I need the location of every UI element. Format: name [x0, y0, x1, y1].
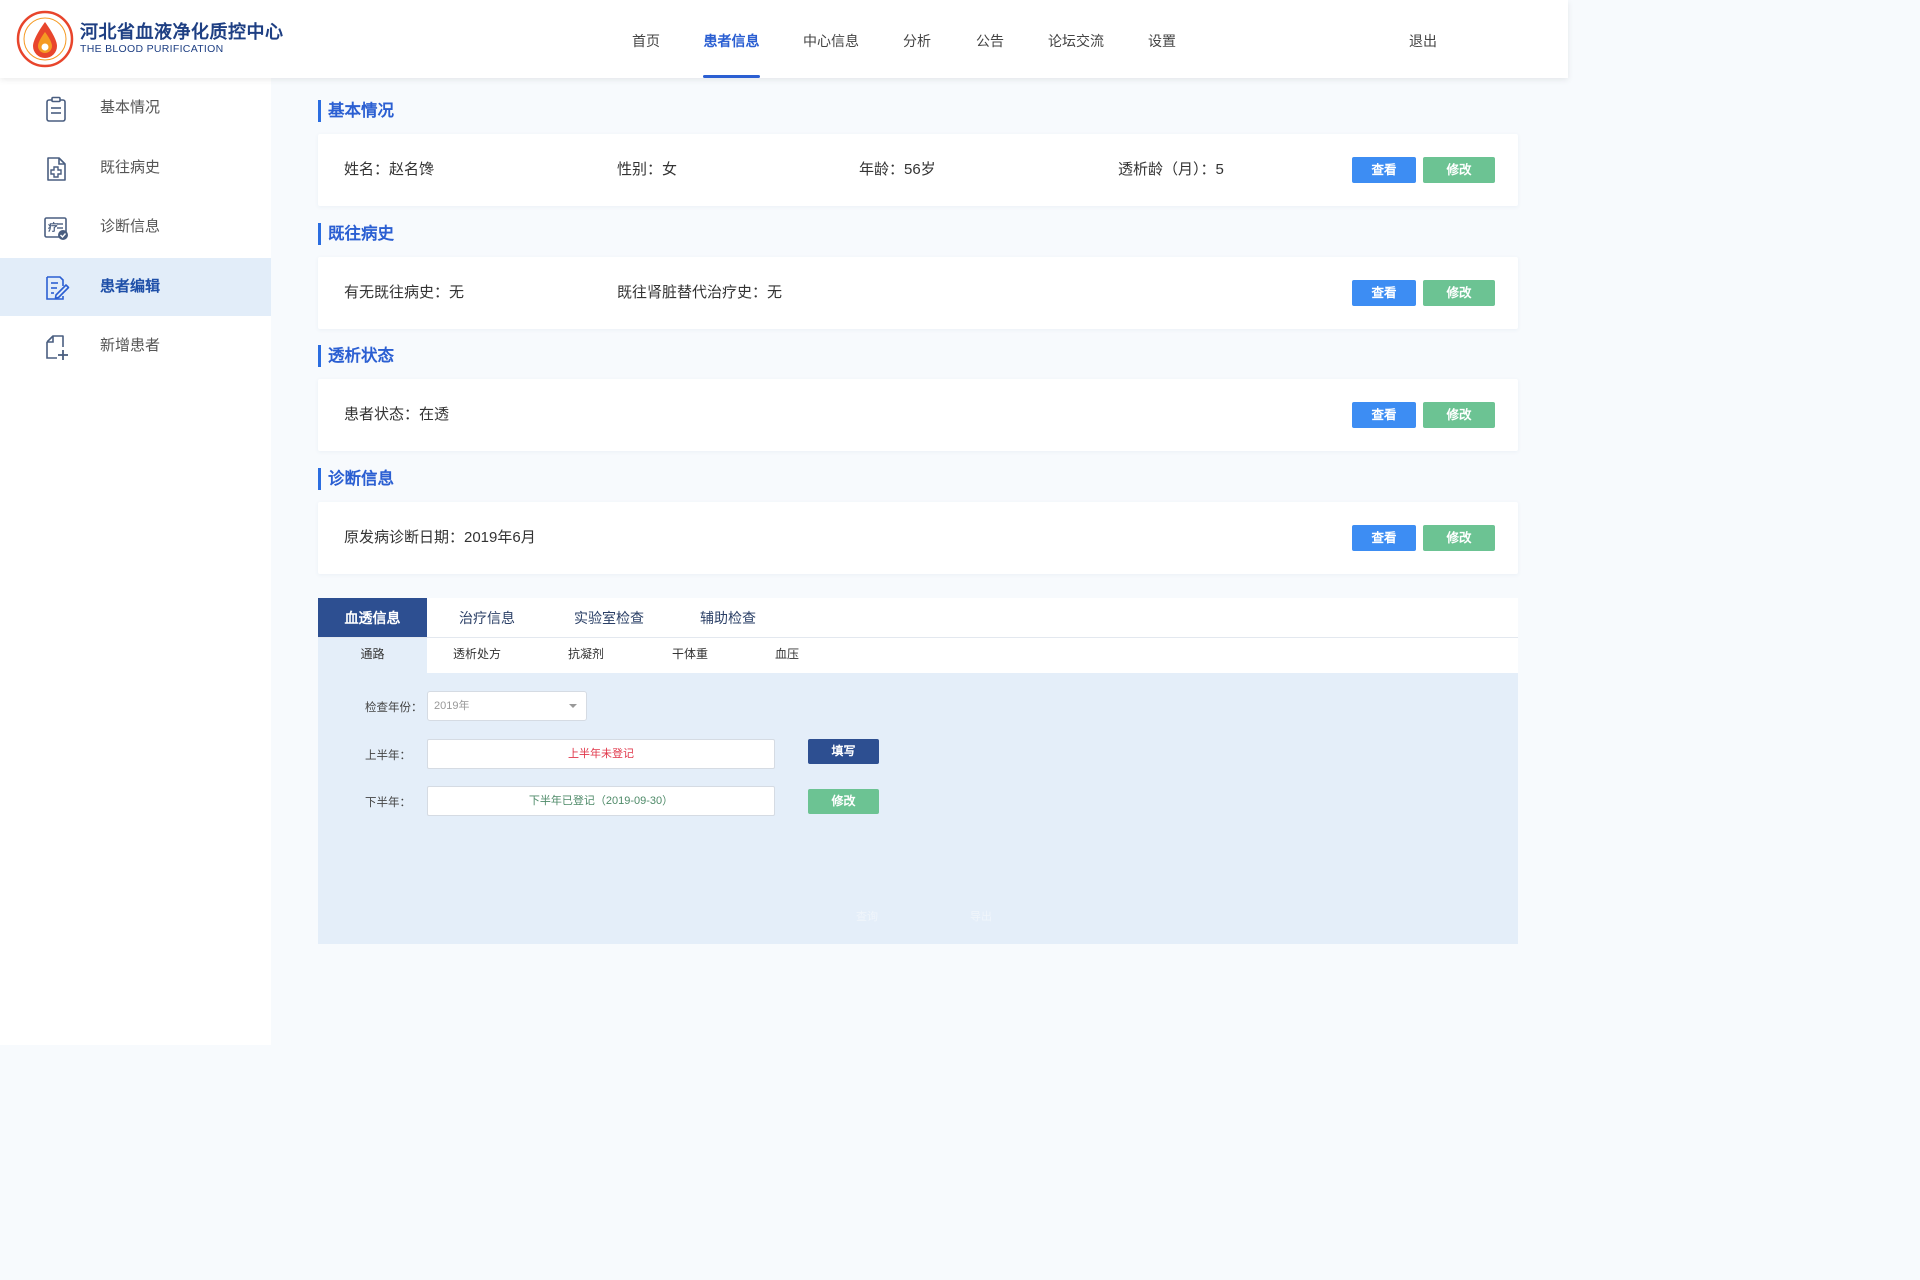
nav-patient-info[interactable]: 患者信息: [703, 0, 760, 78]
nav-analysis[interactable]: 分析: [897, 0, 937, 78]
sidebar-item-label: 患者编辑: [100, 278, 161, 295]
brand-subtitle: THE BLOOD PURIFICATION: [80, 43, 224, 55]
subtab-anticoagulant[interactable]: 抗凝剂: [548, 638, 624, 673]
sidebar-item-medical-history[interactable]: 既往病史: [0, 139, 271, 197]
section-title-diagnosis: 诊断信息: [318, 468, 394, 490]
fill-button[interactable]: 填写: [808, 739, 879, 764]
diagnosis-card: 原发病诊断日期：2019年6月 查看 修改: [318, 502, 1518, 574]
subtab-prescription[interactable]: 透析处方: [437, 638, 517, 673]
dialysis-tabs-panel: 血透信息 治疗信息 实验室检查 辅助检查 通路 透析处方 抗凝剂 干体重 血压 …: [318, 598, 1518, 944]
section-title-basic: 基本情况: [318, 100, 394, 122]
edit-button[interactable]: 修改: [1423, 157, 1495, 183]
sidebar-item-label: 基本情况: [100, 99, 161, 116]
export-button[interactable]: 导出: [970, 908, 992, 924]
nav-center-info[interactable]: 中心信息: [802, 0, 860, 78]
second-half-label: 下半年：: [365, 797, 411, 809]
dialysis-age: 透析龄（月）：5: [1118, 161, 1224, 178]
sidebar-item-patient-edit[interactable]: 患者编辑: [0, 258, 271, 316]
patient-status: 患者状态：在透: [344, 406, 450, 423]
second-half-field[interactable]: 下半年已登记（2019-09-30）: [427, 786, 775, 816]
diagnosis-date: 原发病诊断日期：2019年6月: [344, 529, 536, 546]
view-button[interactable]: 查看: [1352, 525, 1416, 551]
tab-hemodialysis-info[interactable]: 血透信息: [318, 598, 427, 637]
modify-button[interactable]: 修改: [808, 789, 879, 814]
medical-history-card: 有无既往病史：无 既往肾脏替代治疗史：无 查看 修改: [318, 257, 1518, 329]
nav-announcement[interactable]: 公告: [970, 0, 1010, 78]
main-tabs: 血透信息 治疗信息 实验室检查 辅助检查: [318, 598, 1518, 638]
nav-settings[interactable]: 设置: [1142, 0, 1182, 78]
subtab-access[interactable]: 通路: [318, 638, 427, 673]
sidebar-item-label: 诊断信息: [100, 218, 161, 235]
brand-title: 河北省血液净化质控中心: [80, 22, 284, 42]
first-half-label: 上半年：: [365, 750, 411, 762]
has-history: 有无既往病史：无: [344, 284, 465, 301]
subtab-blood-pressure[interactable]: 血压: [750, 638, 824, 673]
sidebar-item-label: 既往病史: [100, 159, 161, 176]
section-title-history: 既往病史: [318, 223, 394, 245]
view-button[interactable]: 查看: [1352, 157, 1416, 183]
year-select-value: 2019年: [434, 700, 470, 712]
section-title-status: 透析状态: [318, 345, 394, 367]
top-header: 河北省血液净化质控中心 THE BLOOD PURIFICATION 首页 患者…: [0, 0, 1568, 78]
year-label: 检查年份：: [365, 702, 423, 714]
patient-gender: 性别：女: [617, 161, 678, 178]
query-button[interactable]: 查询: [856, 908, 878, 924]
patient-age: 年龄：56岁: [859, 161, 936, 178]
first-half-field[interactable]: 上半年未登记: [427, 739, 775, 769]
edit-button[interactable]: 修改: [1423, 525, 1495, 551]
edit-button[interactable]: 修改: [1423, 280, 1495, 306]
svg-text:疗: 疗: [48, 221, 58, 234]
sidebar-item-basic-info[interactable]: 基本情况: [0, 79, 271, 137]
tab-lab-tests[interactable]: 实验室检查: [556, 598, 662, 637]
patient-name: 姓名：赵名馋: [344, 161, 435, 178]
chevron-down-icon: [569, 704, 577, 708]
medical-file-icon: [47, 157, 66, 181]
sub-tabs: 通路 透析处方 抗凝剂 干体重 血压: [318, 638, 1518, 673]
sidebar-item-add-patient[interactable]: 新增患者: [0, 317, 271, 375]
view-button[interactable]: 查看: [1352, 280, 1416, 306]
blood-purification-logo[interactable]: [16, 10, 74, 68]
sidebar-item-diagnosis[interactable]: 疗 诊断信息: [0, 198, 271, 256]
edit-document-icon: [46, 276, 70, 300]
logout-link[interactable]: 退出: [1398, 0, 1448, 78]
view-button[interactable]: 查看: [1352, 402, 1416, 428]
nav-home[interactable]: 首页: [626, 0, 666, 78]
edit-button[interactable]: 修改: [1423, 402, 1495, 428]
diagnosis-icon: 疗: [44, 217, 68, 240]
sidebar: 基本情况 既往病史 疗 诊断信息 患者编辑 新增患者: [0, 78, 271, 1045]
dialysis-status-card: 患者状态：在透 查看 修改: [318, 379, 1518, 451]
subtab-dry-weight[interactable]: 干体重: [653, 638, 727, 673]
tab-auxiliary-exams[interactable]: 辅助检查: [678, 598, 778, 637]
nav-forum[interactable]: 论坛交流: [1046, 0, 1106, 78]
clipboard-icon: [46, 96, 66, 122]
sidebar-item-label: 新增患者: [100, 337, 161, 354]
renal-replacement-history: 既往肾脏替代治疗史：无: [617, 284, 783, 301]
year-select[interactable]: 2019年: [427, 691, 587, 721]
add-document-icon: [46, 335, 68, 360]
tab-treatment-info[interactable]: 治疗信息: [437, 598, 537, 637]
basic-info-card: 姓名：赵名馋 性别：女 年龄：56岁 透析龄（月）：5 查看 修改: [318, 134, 1518, 206]
